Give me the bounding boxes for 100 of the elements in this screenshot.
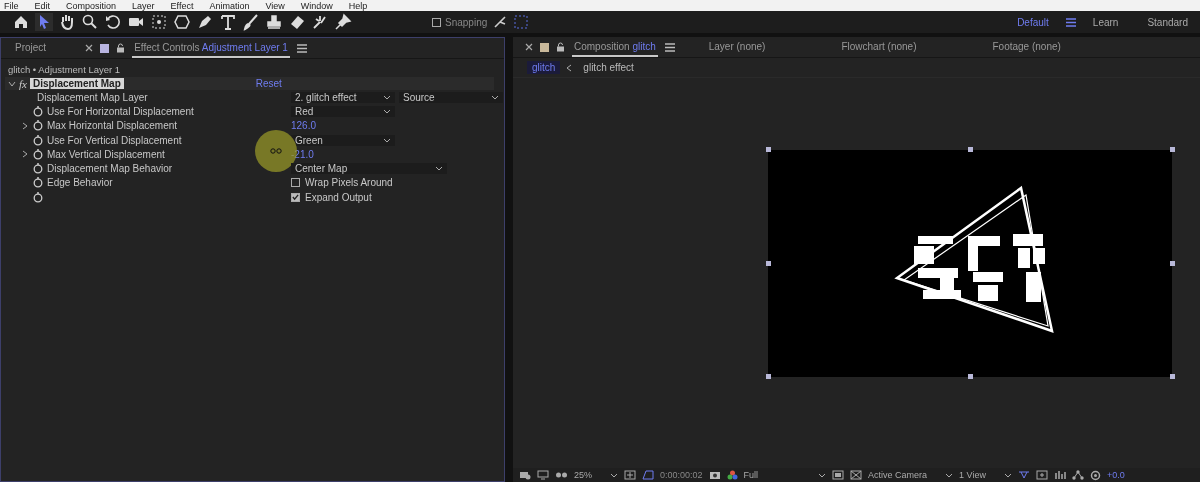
home-icon[interactable]: [12, 13, 30, 31]
checkbox[interactable]: [291, 192, 300, 202]
close-icon[interactable]: [85, 44, 94, 52]
dropdown[interactable]: 2. glitch effect: [291, 91, 395, 103]
hand-icon[interactable]: [58, 13, 76, 31]
breadcrumb[interactable]: glitch: [527, 61, 561, 74]
layer-path: glitch • Adjustment Layer 1: [7, 63, 122, 77]
property-name: Max Vertical Displacement: [47, 148, 165, 160]
menu-item[interactable]: Effect: [170, 0, 194, 11]
checkbox-label: Expand Output: [305, 191, 372, 203]
safe-zones-icon[interactable]: [624, 470, 636, 480]
workspace-tab[interactable]: Standard: [1135, 16, 1200, 28]
flowchart-icon[interactable]: [1071, 470, 1084, 480]
twirl-icon[interactable]: [21, 150, 29, 159]
workspace-tab[interactable]: Learn: [1080, 16, 1131, 28]
draft-3d-icon[interactable]: [1017, 470, 1030, 480]
menu-item[interactable]: Composition: [66, 0, 117, 11]
stopwatch-icon[interactable]: [33, 163, 43, 175]
stopwatch-icon[interactable]: [33, 105, 43, 117]
rotate-icon[interactable]: [104, 13, 122, 31]
menu-icon[interactable]: [1065, 17, 1076, 27]
menu-item[interactable]: Edit: [34, 0, 51, 11]
menu-item[interactable]: File: [4, 0, 19, 11]
chevron-icon: [491, 94, 499, 100]
resolution-dropdown[interactable]: Full: [743, 470, 827, 480]
chevron-left-icon: [566, 63, 573, 72]
twirl-icon[interactable]: [21, 121, 29, 130]
breadcrumb[interactable]: glitch effect: [578, 61, 639, 74]
monitor-icon[interactable]: [537, 470, 549, 480]
glasses-icon[interactable]: [555, 470, 568, 480]
selection-handle[interactable]: [1169, 260, 1175, 266]
menu-item[interactable]: Animation: [209, 0, 250, 11]
lock-icon[interactable]: [116, 43, 126, 53]
type-icon[interactable]: [219, 13, 237, 31]
menu-icon[interactable]: [664, 42, 675, 52]
shape-icon[interactable]: [173, 13, 191, 31]
twirl-icon[interactable]: [8, 79, 16, 88]
menu-item[interactable]: Help: [348, 0, 368, 11]
effect-name[interactable]: Displacement Map: [29, 78, 124, 89]
brush-icon[interactable]: [242, 13, 260, 31]
dropdown[interactable]: Red: [291, 105, 395, 117]
selection-handle[interactable]: [1169, 374, 1175, 379]
number-value[interactable]: 126.0: [291, 120, 317, 132]
snapping-checkbox[interactable]: [432, 17, 441, 27]
roto-brush-icon[interactable]: [311, 13, 329, 31]
menu-icon[interactable]: [296, 43, 307, 53]
chevron-icon: [1003, 472, 1012, 478]
close-icon[interactable]: [525, 43, 533, 51]
fx-icon[interactable]: fx: [19, 77, 27, 90]
selection-handle[interactable]: [765, 374, 771, 379]
selection-handle[interactable]: [1169, 147, 1175, 152]
label-color-icon: [100, 43, 110, 53]
stopwatch-icon[interactable]: [33, 177, 43, 189]
dropdown[interactable]: Source: [399, 91, 503, 103]
timeline-icon[interactable]: [1053, 470, 1066, 480]
panel-tab[interactable]: Flowchart (none): [839, 37, 919, 57]
mask-icon[interactable]: [642, 470, 654, 480]
stopwatch-icon[interactable]: [33, 120, 43, 132]
lock-icon[interactable]: [556, 42, 565, 52]
menu-item[interactable]: Window: [300, 0, 333, 11]
selection-handle[interactable]: [765, 147, 771, 152]
stopwatch-icon[interactable]: [33, 134, 43, 146]
snap-icon[interactable]: [492, 14, 509, 30]
zoom-icon[interactable]: [81, 13, 99, 31]
pen-icon[interactable]: [196, 13, 214, 31]
panel-tab[interactable]: Layer (none): [706, 37, 768, 57]
view-layout-dropdown[interactable]: 1 View: [959, 470, 1012, 480]
timecode[interactable]: 0:00:00:02: [660, 470, 703, 480]
stopwatch-icon[interactable]: [33, 148, 43, 160]
exposure-icon[interactable]: [1089, 469, 1101, 481]
panel-tab[interactable]: Effect Controls Adjustment Layer 1: [132, 38, 290, 58]
checkbox[interactable]: [291, 178, 300, 188]
panel-tab[interactable]: Project: [13, 38, 49, 58]
selection-handle[interactable]: [765, 260, 771, 266]
selection-handle[interactable]: [967, 147, 973, 152]
chevron-icon: [435, 166, 443, 172]
selection-handle[interactable]: [967, 374, 973, 379]
dropdown[interactable]: Center Map: [291, 163, 447, 175]
scrub-cursor-icon: [270, 147, 282, 154]
property-name: Use For Vertical Displacement: [47, 134, 182, 146]
panel-tab[interactable]: Footage (none): [990, 37, 1063, 57]
camera-icon[interactable]: [708, 470, 721, 480]
property-name: Displacement Map Layer: [37, 91, 148, 103]
stamp-icon[interactable]: [265, 13, 283, 31]
panel-tab[interactable]: Composition glitch: [572, 37, 658, 57]
stopwatch-icon[interactable]: [33, 191, 43, 203]
camera-dropdown[interactable]: Active Camera: [868, 470, 954, 480]
menu-item[interactable]: Layer: [132, 0, 155, 11]
workspace-tab[interactable]: Default: [1005, 16, 1061, 28]
exposure-value[interactable]: +0.0: [1106, 470, 1125, 480]
number-value[interactable]: -21.0: [291, 148, 314, 160]
menu-item[interactable]: View: [265, 0, 285, 11]
pan-icon[interactable]: [150, 13, 168, 31]
snapping-toggle[interactable]: Snapping: [432, 16, 488, 28]
dropdown[interactable]: Green: [291, 134, 395, 146]
magnification-dropdown[interactable]: 25%: [574, 470, 618, 480]
eraser-icon[interactable]: [288, 13, 306, 31]
reset-link[interactable]: Reset: [255, 78, 282, 89]
pin-icon[interactable]: [334, 13, 352, 31]
pointer-icon[interactable]: [35, 13, 53, 31]
